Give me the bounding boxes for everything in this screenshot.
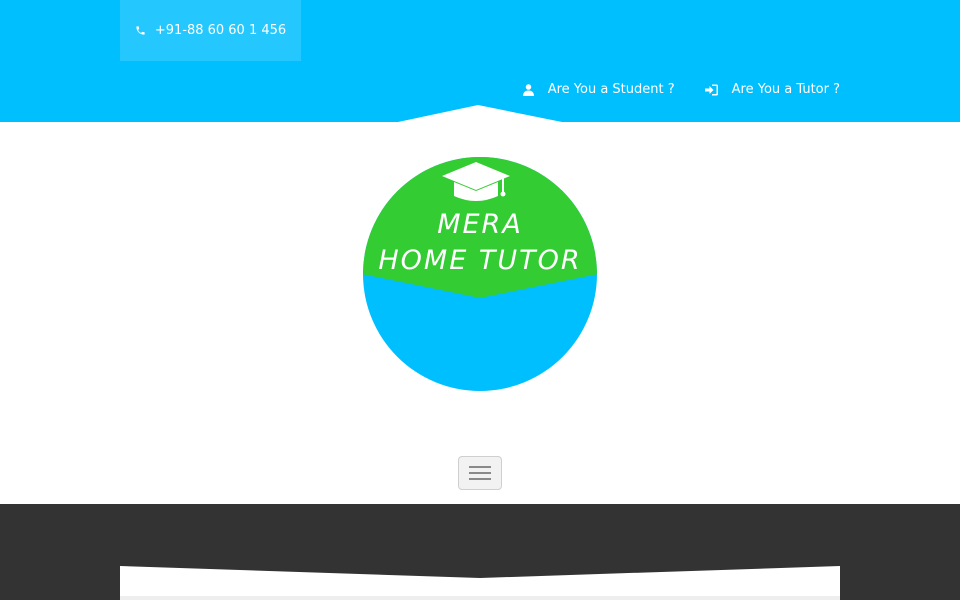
logo-text-line-2: HOME TUTOR xyxy=(378,245,582,276)
hamburger-icon-bar xyxy=(469,466,491,468)
top-nav: Are You a Student ? Are You a Tutor ? xyxy=(522,82,840,97)
student-link[interactable]: Are You a Student ? xyxy=(522,82,675,97)
hamburger-icon-bar xyxy=(469,478,491,480)
tutor-link-label: Are You a Tutor ? xyxy=(731,82,840,97)
sign-in-icon xyxy=(704,84,718,96)
menu-toggle-button[interactable] xyxy=(458,456,502,490)
hamburger-icon-bar xyxy=(469,472,491,474)
user-icon xyxy=(522,83,534,96)
page: +91-88 60 60 1 456 Are You a Student ? A… xyxy=(0,0,960,600)
phone-icon xyxy=(135,25,146,36)
tutor-link[interactable]: Are You a Tutor ? xyxy=(704,82,840,97)
content-card-top xyxy=(120,566,840,600)
header-peak-shape xyxy=(398,105,562,122)
site-logo[interactable]: MERA HOME TUTOR xyxy=(362,156,598,392)
phone-contact[interactable]: +91-88 60 60 1 456 xyxy=(120,0,301,61)
graduation-cap-icon xyxy=(442,162,510,201)
phone-number: +91-88 60 60 1 456 xyxy=(154,23,287,38)
student-link-label: Are You a Student ? xyxy=(547,82,675,97)
logo-text-line-1: MERA xyxy=(437,209,523,240)
